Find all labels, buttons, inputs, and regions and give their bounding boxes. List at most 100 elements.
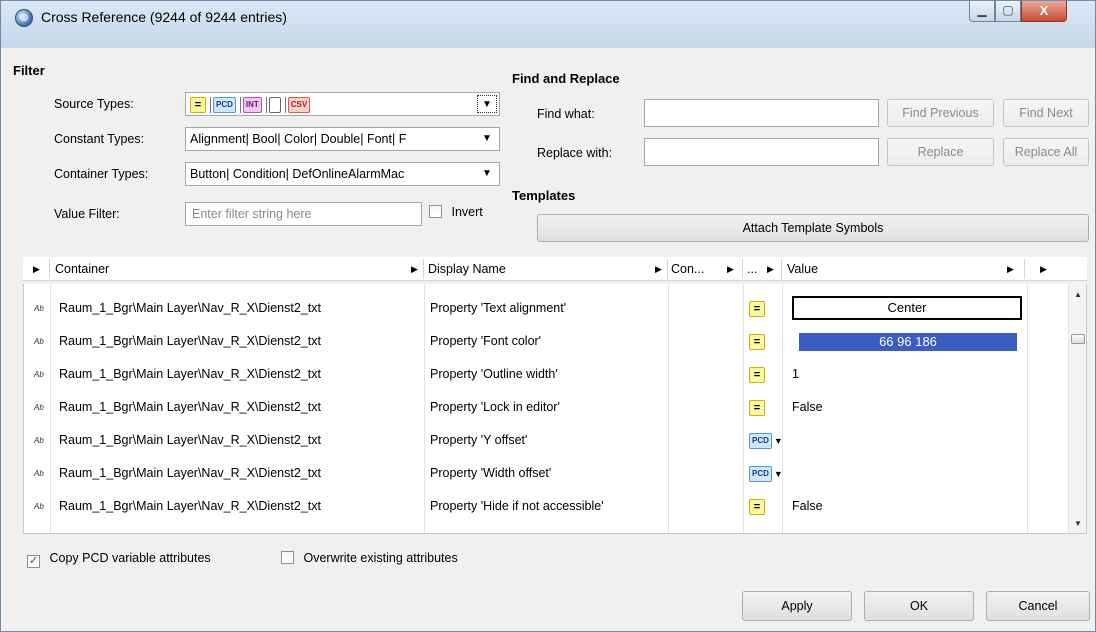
constant-types-combo[interactable]: Alignment| Bool| Color| Double| Font| F … — [185, 127, 500, 151]
container-cell: Raum_1_Bgr\Main Layer\Nav_R_X\Dienst2_tx… — [59, 367, 321, 381]
type-cell: = — [749, 490, 767, 523]
scroll-up-icon[interactable]: ▲ — [1069, 290, 1086, 299]
replace-with-input[interactable] — [644, 138, 879, 166]
grid-header: ▶ Container ▶ Display Name ▶ Con... ▶ ..… — [23, 257, 1087, 281]
ok-button[interactable]: OK — [864, 591, 974, 621]
attach-template-symbols-button[interactable]: Attach Template Symbols — [537, 214, 1089, 242]
find-what-input[interactable] — [644, 99, 879, 127]
container-types-label: Container Types: — [54, 167, 149, 181]
table-row[interactable]: Ab Raum_1_Bgr\Main Layer\Nav_R_X\Dienst2… — [24, 424, 1068, 457]
column-header-container[interactable]: Container — [55, 257, 109, 281]
value-edit-field[interactable]: Center — [792, 296, 1022, 320]
column-menu-icon[interactable]: ▶ — [655, 257, 662, 281]
type-cell[interactable]: PCD ▼ — [749, 457, 783, 490]
column-menu-icon[interactable]: ▶ — [767, 257, 774, 281]
column-header-type[interactable]: ... — [747, 257, 757, 281]
type-cell[interactable]: PCD ▼ — [749, 424, 783, 457]
value-cell-selected[interactable]: 66 96 186 — [799, 333, 1017, 351]
invert-checkbox[interactable] — [429, 205, 442, 218]
container-cell: Raum_1_Bgr\Main Layer\Nav_R_X\Dienst2_tx… — [59, 466, 321, 480]
cross-reference-window: ◍ Cross Reference (9244 of 9244 entries)… — [0, 0, 1096, 632]
source-types-combo[interactable]: = PCD INT CSV ▼ — [185, 92, 500, 116]
close-button[interactable]: X — [1021, 1, 1067, 22]
column-header-value[interactable]: Value — [787, 257, 818, 281]
cross-reference-grid: Ab Raum_1_Bgr\Main Layer\Nav_R_X\Dienst2… — [23, 284, 1087, 534]
text-object-icon: Ab — [34, 370, 44, 379]
vertical-scrollbar[interactable]: ▲ ▼ — [1068, 284, 1086, 533]
invert-option[interactable]: Invert — [429, 205, 483, 219]
minimize-button[interactable]: ▁ — [969, 1, 995, 22]
container-cell: Raum_1_Bgr\Main Layer\Nav_R_X\Dienst2_tx… — [59, 334, 321, 348]
display-name-cell: Property 'Font color' — [430, 334, 542, 348]
pcd-type-chip-icon: PCD — [213, 96, 236, 113]
maximize-button[interactable]: ▢ — [995, 1, 1021, 22]
overwrite-checkbox[interactable] — [281, 551, 294, 564]
text-object-icon: Ab — [34, 469, 44, 478]
column-menu-icon[interactable]: ▶ — [1007, 257, 1014, 281]
find-replace-heading: Find and Replace — [512, 71, 620, 86]
maximize-icon: ▢ — [1002, 3, 1014, 17]
title-bar[interactable]: ◍ Cross Reference (9244 of 9244 entries)… — [1, 1, 1095, 48]
cancel-button[interactable]: Cancel — [986, 591, 1090, 621]
replace-button[interactable]: Replace — [887, 138, 994, 166]
find-previous-button[interactable]: Find Previous — [887, 99, 994, 127]
container-cell: Raum_1_Bgr\Main Layer\Nav_R_X\Dienst2_tx… — [59, 499, 321, 513]
constant-type-chip-icon: = — [749, 333, 765, 350]
constant-types-value: Alignment| Bool| Color| Double| Font| F — [190, 132, 407, 146]
filter-heading: Filter — [13, 63, 45, 78]
invert-label: Invert — [451, 205, 483, 219]
container-cell: Raum_1_Bgr\Main Layer\Nav_R_X\Dienst2_tx… — [59, 400, 321, 414]
table-row[interactable]: Ab Raum_1_Bgr\Main Layer\Nav_R_X\Dienst2… — [24, 325, 1068, 358]
chevron-down-icon[interactable]: ▼ — [477, 95, 497, 113]
container-cell: Raum_1_Bgr\Main Layer\Nav_R_X\Dienst2_tx… — [59, 433, 321, 447]
display-name-cell: Property 'Y offset' — [430, 433, 528, 447]
column-header-display-name[interactable]: Display Name — [428, 257, 506, 281]
type-cell: = — [749, 358, 767, 391]
overwrite-option[interactable]: Overwrite existing attributes — [281, 551, 458, 565]
table-row[interactable]: Ab Raum_1_Bgr\Main Layer\Nav_R_X\Dienst2… — [24, 457, 1068, 490]
chevron-down-icon[interactable]: ▼ — [774, 469, 783, 479]
value-cell[interactable]: 1 — [792, 358, 799, 391]
table-row[interactable]: Ab Raum_1_Bgr\Main Layer\Nav_R_X\Dienst2… — [24, 292, 1068, 325]
app-globe-icon: ◍ — [15, 9, 33, 27]
chevron-down-icon[interactable]: ▼ — [774, 436, 783, 446]
display-name-cell: Property 'Hide if not accessible' — [430, 499, 604, 513]
container-cell: Raum_1_Bgr\Main Layer\Nav_R_X\Dienst2_tx… — [59, 301, 321, 315]
find-what-label: Find what: — [537, 107, 595, 121]
scroll-thumb[interactable] — [1071, 334, 1085, 344]
column-chooser-icon[interactable]: ▶ — [1040, 257, 1047, 281]
constant-type-chip-icon: = — [749, 300, 765, 317]
table-row[interactable]: Ab Raum_1_Bgr\Main Layer\Nav_R_X\Dienst2… — [24, 358, 1068, 391]
chevron-down-icon[interactable]: ▼ — [477, 130, 497, 148]
column-header-con[interactable]: Con... — [671, 257, 704, 281]
expand-triangle-icon[interactable]: ▶ — [33, 257, 40, 281]
window-title: Cross Reference (9244 of 9244 entries) — [41, 9, 287, 25]
display-name-cell: Property 'Lock in editor' — [430, 400, 560, 414]
scroll-down-icon[interactable]: ▼ — [1069, 519, 1086, 528]
value-cell[interactable]: False — [792, 391, 823, 424]
chevron-down-icon[interactable]: ▼ — [477, 165, 497, 183]
column-menu-icon[interactable]: ▶ — [411, 257, 418, 281]
container-types-combo[interactable]: Button| Condition| DefOnlineAlarmMac ▼ — [185, 162, 500, 186]
apply-button[interactable]: Apply — [742, 591, 852, 621]
display-name-cell: Property 'Outline width' — [430, 367, 558, 381]
document-type-chip-icon — [268, 96, 281, 113]
type-cell: = — [749, 325, 767, 358]
source-types-label: Source Types: — [54, 97, 134, 111]
column-menu-icon[interactable]: ▶ — [727, 257, 734, 281]
table-row[interactable]: Ab Raum_1_Bgr\Main Layer\Nav_R_X\Dienst2… — [24, 391, 1068, 424]
value-cell[interactable]: False — [792, 490, 823, 523]
text-object-icon: Ab — [34, 304, 44, 313]
find-next-button[interactable]: Find Next — [1003, 99, 1089, 127]
display-name-cell: Property 'Text alignment' — [430, 301, 567, 315]
replace-all-button[interactable]: Replace All — [1003, 138, 1089, 166]
text-object-icon: Ab — [34, 403, 44, 412]
value-filter-input[interactable] — [185, 202, 422, 226]
table-row[interactable]: Ab Raum_1_Bgr\Main Layer\Nav_R_X\Dienst2… — [24, 490, 1068, 523]
templates-heading: Templates — [512, 188, 576, 203]
constant-type-chip-icon: = — [749, 498, 765, 515]
text-object-icon: Ab — [34, 436, 44, 445]
copy-pcd-option[interactable]: ✓ Copy PCD variable attributes — [27, 551, 211, 568]
constant-type-chip-icon: = — [749, 366, 765, 383]
copy-pcd-checkbox[interactable]: ✓ — [27, 555, 40, 568]
